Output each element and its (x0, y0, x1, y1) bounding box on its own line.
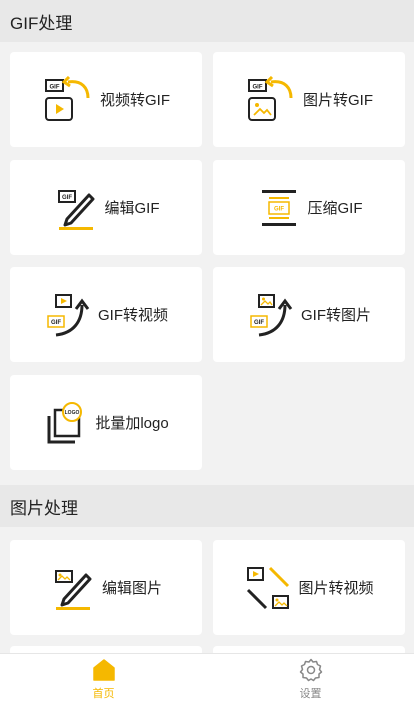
card-label: 压缩GIF (307, 200, 363, 217)
card-edit-image[interactable]: 编辑图片 (10, 540, 202, 635)
svg-text:GIF: GIF (274, 206, 284, 212)
card-edit-gif[interactable]: GIF 编辑GIF (10, 160, 202, 255)
card-video-to-gif[interactable]: GIF 视频转GIF (10, 52, 202, 147)
gear-icon (299, 658, 322, 682)
image-to-gif-icon: GIF (248, 75, 293, 121)
edit-gif-icon: GIF (57, 189, 94, 230)
home-icon (92, 659, 115, 681)
tab-settings-label: 设置 (299, 688, 322, 700)
card-label: 图片转视频 (298, 580, 374, 597)
card-batch-logo[interactable]: LOGO 批量加logo (10, 375, 202, 470)
batch-logo-icon: LOGO (47, 401, 83, 443)
card-label: 编辑GIF (104, 200, 160, 217)
section-title-image: 图片处理 (10, 498, 78, 518)
edit-image-icon (54, 569, 92, 610)
tab-home-label: 首页 (92, 688, 115, 700)
card-gif-to-image[interactable]: GIF GIF转图片 (213, 267, 405, 362)
svg-text:LOGO: LOGO (65, 410, 80, 416)
section-header-gif: GIF处理 (0, 0, 414, 42)
svg-text:GIF: GIF (50, 84, 60, 90)
section-title-gif: GIF处理 (10, 13, 73, 33)
card-label: 编辑图片 (101, 580, 162, 597)
bottom-tab-bar: 首页 设置 (0, 653, 414, 707)
card-gif-to-video[interactable]: GIF GIF转视频 (10, 267, 202, 362)
card-label: 图片转GIF (303, 92, 373, 109)
svg-text:GIF: GIF (254, 320, 264, 326)
card-image-to-video[interactable]: 图片转视频 (213, 540, 405, 635)
svg-text:GIF: GIF (62, 195, 72, 201)
video-to-gif-icon: GIF (45, 75, 90, 121)
compress-gif-icon: GIF (261, 189, 296, 226)
svg-text:GIF: GIF (253, 84, 263, 90)
card-label: GIF转图片 (301, 307, 371, 324)
gif-to-video-icon: GIF (47, 293, 90, 336)
card-label: 视频转GIF (100, 92, 170, 109)
tab-home[interactable]: 首页 (0, 654, 207, 707)
gif-to-image-icon: GIF (250, 293, 293, 336)
section-header-image: 图片处理 (0, 485, 414, 527)
card-image-to-gif[interactable]: GIF 图片转GIF (213, 52, 405, 147)
svg-text:GIF: GIF (51, 320, 61, 326)
tab-settings[interactable]: 设置 (207, 654, 414, 707)
card-label: GIF转视频 (98, 307, 168, 324)
card-compress-gif[interactable]: GIF 压缩GIF (213, 160, 405, 255)
card-label: 批量加logo (95, 415, 169, 432)
image-to-video-icon (247, 566, 290, 609)
